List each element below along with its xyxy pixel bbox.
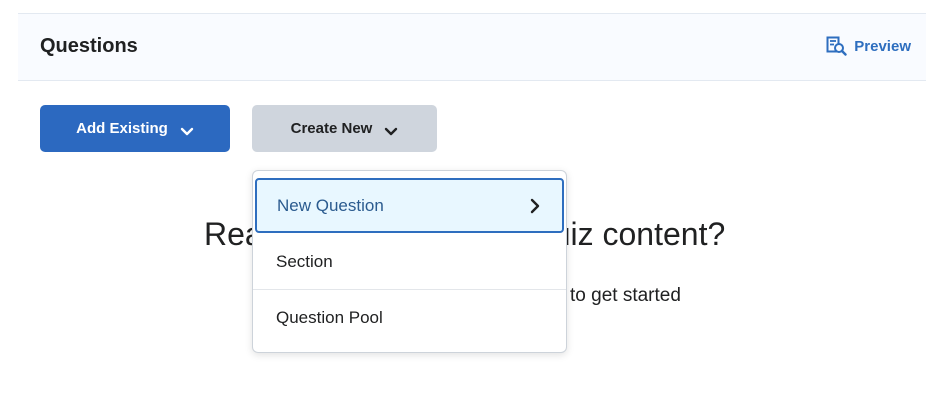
add-existing-button[interactable]: Add Existing — [40, 105, 230, 152]
empty-heading-right: uiz content? — [552, 216, 726, 252]
page-title: Questions — [40, 35, 138, 57]
empty-sub-right: to get started — [570, 285, 681, 306]
menu-item-new-question[interactable]: New Question — [255, 178, 564, 233]
menu-item-label: Section — [276, 251, 333, 271]
add-existing-label: Add Existing — [76, 120, 168, 137]
chevron-right-icon — [530, 198, 540, 214]
menu-item-section[interactable]: Section — [253, 234, 566, 290]
create-new-dropdown-menu: New Question Section Question Pool — [252, 170, 567, 353]
header-bar: Questions Preview — [18, 13, 926, 81]
preview-icon — [826, 36, 848, 56]
chevron-down-icon — [180, 124, 194, 135]
page: Questions Preview Add Existing Create Ne… — [0, 0, 926, 418]
create-new-label: Create New — [290, 120, 373, 137]
preview-label: Preview — [854, 37, 911, 55]
preview-link[interactable]: Preview — [826, 36, 911, 56]
menu-item-label: Question Pool — [276, 308, 383, 327]
menu-item-question-pool[interactable]: Question Pool — [253, 290, 566, 346]
menu-item-label: New Question — [277, 195, 384, 215]
chevron-down-icon — [384, 124, 398, 135]
create-new-button[interactable]: Create New — [252, 105, 437, 152]
